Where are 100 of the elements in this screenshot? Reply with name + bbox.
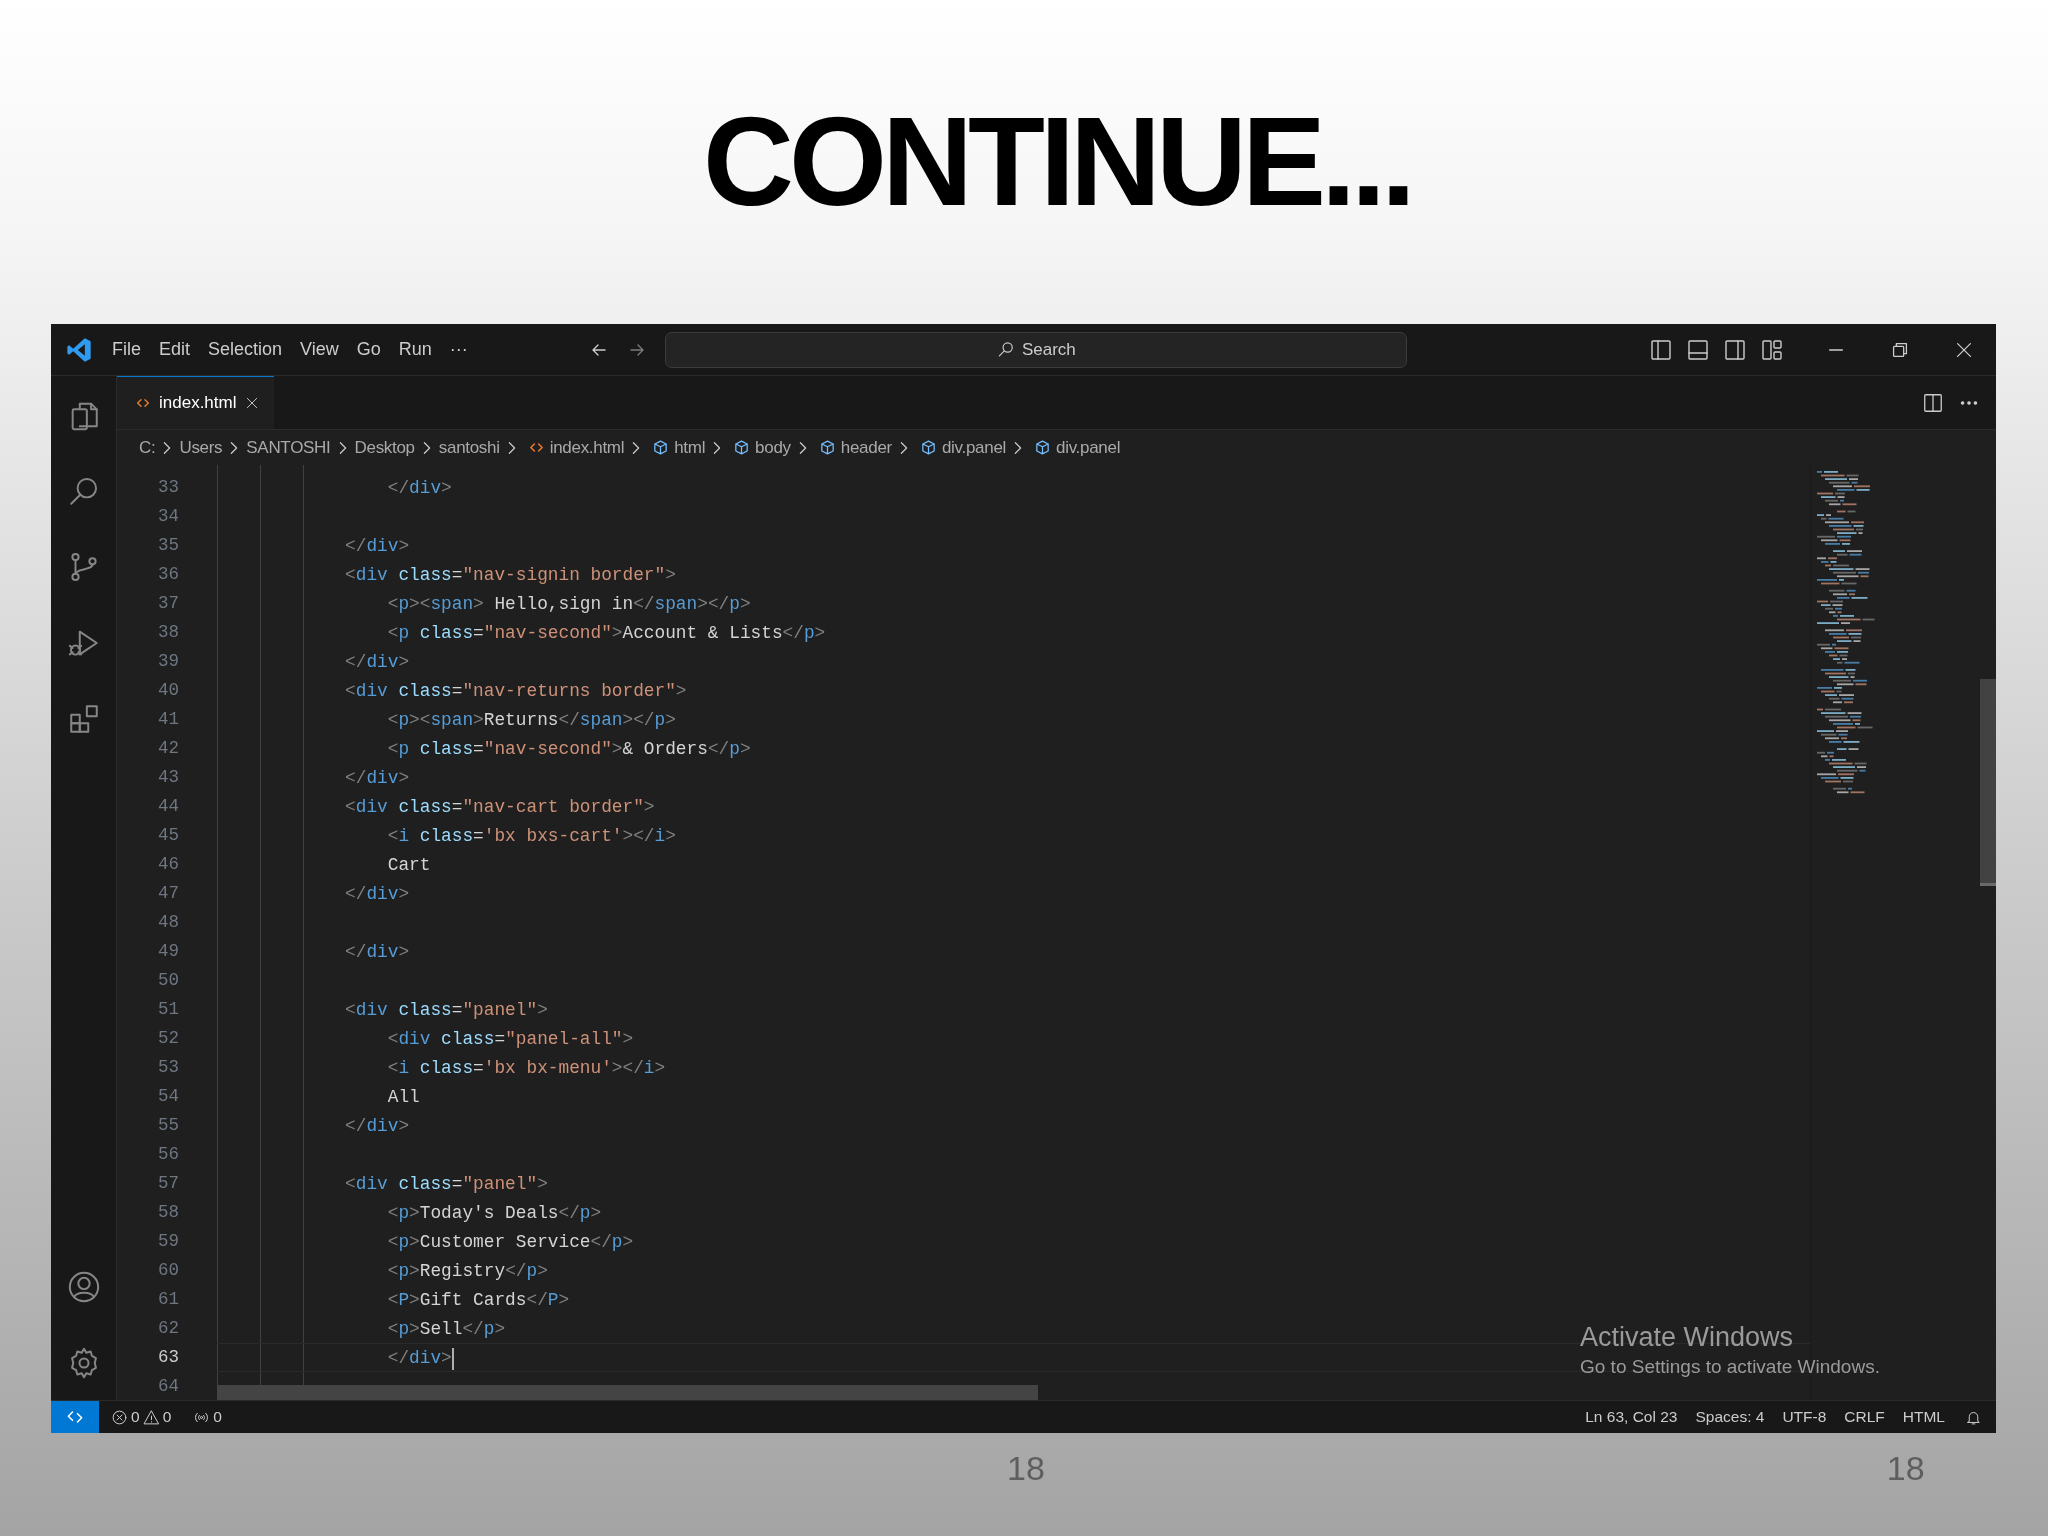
status-item[interactable]: Ln 63, Col 23	[1577, 1405, 1686, 1429]
line-number: 41	[157, 708, 180, 731]
code-line: </div>	[344, 884, 410, 904]
breadcrumb-item[interactable]: index.html	[549, 434, 625, 461]
vertical-scrollbar[interactable]	[1980, 679, 1996, 886]
line-number: 57	[157, 1172, 180, 1195]
menu-item[interactable]: Go	[347, 332, 390, 367]
line-number: 42	[157, 737, 180, 760]
status-item[interactable]: Spaces: 4	[1687, 1405, 1773, 1429]
breadcrumb-item[interactable]: Users	[179, 434, 223, 461]
breadcrumb-item[interactable]: div.panel	[941, 434, 1006, 461]
breadcrumb-item[interactable]: santoshi	[438, 434, 500, 461]
line-number: 54	[157, 1085, 180, 1108]
error-count[interactable]: 0	[131, 1405, 140, 1429]
code-line: </div>	[344, 1116, 410, 1136]
line-number: 55	[157, 1114, 180, 1137]
line-number: 61	[157, 1288, 180, 1311]
line-number: 53	[157, 1056, 180, 1079]
activation-message: Go to Settings to activate Windows.	[1580, 1355, 1880, 1380]
line-number: 45	[157, 824, 180, 847]
layout-grid-icon[interactable]	[1760, 337, 1784, 362]
code-line: <p><span> Hello,sign in</span></p>	[386, 594, 751, 614]
line-number: 51	[157, 998, 180, 1021]
line-number: 58	[157, 1201, 180, 1224]
line-number: 39	[157, 650, 180, 673]
command-center-search[interactable]: Search	[664, 331, 1407, 368]
code-line: <div class="panel">	[344, 1000, 548, 1020]
code-line: <div class="nav-returns border">	[344, 681, 687, 701]
menu-item[interactable]: Edit	[150, 332, 200, 367]
editor-tab[interactable]: index.html	[117, 376, 275, 429]
line-number: 63	[157, 1346, 180, 1369]
line-number: 59	[157, 1230, 180, 1253]
remote-button[interactable]	[51, 1401, 99, 1433]
breadcrumb-item[interactable]: body	[755, 434, 791, 461]
breadcrumb-item[interactable]: Desktop	[354, 434, 415, 461]
line-number: 35	[157, 534, 180, 557]
cube-icon	[652, 439, 670, 456]
line-number: 38	[157, 621, 180, 644]
secondary-sidebar-icon[interactable]	[1723, 337, 1747, 362]
code-line: <p class="nav-second">& Orders</p>	[386, 739, 751, 759]
menu-item[interactable]: File	[103, 332, 150, 367]
line-number: 49	[157, 940, 180, 963]
breadcrumb-item[interactable]: header	[840, 434, 892, 461]
code-line: <i class='bx bx-menu'></i>	[386, 1058, 666, 1078]
split-editor-icon[interactable]	[1922, 391, 1944, 414]
menu-item[interactable]: Run	[389, 332, 441, 367]
line-number: 34	[157, 505, 180, 528]
code-line: </div>	[344, 942, 410, 962]
warning-count[interactable]: 0	[162, 1405, 172, 1429]
line-number: 46	[157, 853, 180, 876]
line-number: 60	[157, 1259, 180, 1282]
line-number: 47	[157, 882, 180, 905]
page-number: 18	[1007, 1448, 1045, 1489]
account-icon[interactable]	[66, 1270, 101, 1304]
line-number: 36	[157, 563, 180, 586]
status-item[interactable]: HTML	[1894, 1405, 1953, 1429]
line-number: 40	[157, 679, 180, 702]
line-number: 37	[157, 592, 180, 615]
panel-layout-icon[interactable]	[1686, 337, 1710, 362]
text-cursor	[451, 1347, 454, 1370]
code-line: </div>	[344, 768, 410, 788]
activation-title: Activate Windows	[1580, 1321, 1795, 1354]
code-line: <p>Today's Deals</p>	[386, 1203, 602, 1223]
horizontal-scrollbar[interactable]	[217, 1385, 1038, 1400]
code-line: <div class="nav-cart border">	[344, 797, 655, 817]
breadcrumb-item[interactable]: div.panel	[1056, 434, 1121, 461]
code-line: <P>Gift Cards</P>	[386, 1290, 570, 1310]
sidebar-layout-icon[interactable]	[1649, 337, 1673, 362]
breadcrumb-item[interactable]: SANTOSHI	[246, 434, 331, 461]
code-line: All	[386, 1087, 420, 1107]
cube-icon	[919, 439, 937, 456]
code-line: <div class="panel-all">	[386, 1029, 634, 1049]
code-line: <div class="nav-signin border">	[344, 565, 676, 585]
page-number: 18	[1886, 1448, 1925, 1489]
line-number: 43	[157, 766, 180, 789]
line-number: 62	[157, 1317, 180, 1340]
slide-title: CONTINUE...	[703, 99, 1411, 225]
code-line: <p>Sell</p>	[386, 1319, 506, 1339]
menu-item[interactable]: ···	[440, 332, 477, 367]
code-line: </div>	[344, 652, 410, 672]
menu-item[interactable]: View	[291, 332, 348, 367]
code-line: <p>Customer Service</p>	[386, 1232, 634, 1252]
menu-item[interactable]: Selection	[199, 332, 292, 367]
code-line: </div>	[344, 536, 410, 556]
status-item[interactable]: UTF-8	[1774, 1405, 1835, 1429]
line-number: 52	[157, 1027, 180, 1050]
cube-icon	[818, 439, 836, 456]
code-line: </div>	[386, 478, 452, 498]
line-number: 33	[157, 476, 180, 499]
line-number: 50	[157, 969, 180, 992]
code-line: </div>	[386, 1348, 452, 1368]
ports-count[interactable]: 0	[213, 1405, 222, 1429]
breadcrumb-item[interactable]: C:	[139, 434, 156, 461]
code-line: <p>Registry</p>	[386, 1261, 548, 1281]
breadcrumb-item[interactable]: html	[674, 434, 706, 461]
error-icon	[111, 1408, 128, 1426]
status-item[interactable]: CRLF	[1836, 1405, 1893, 1429]
line-number: 64	[157, 1375, 180, 1398]
line-number: 48	[157, 911, 180, 934]
code-line: <i class='bx bxs-cart'></i>	[386, 826, 676, 846]
